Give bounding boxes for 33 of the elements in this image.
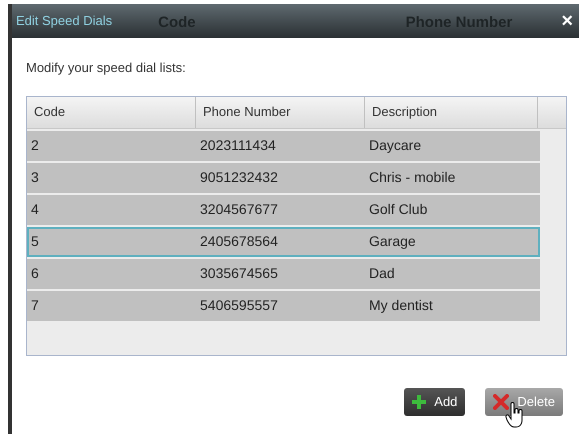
table-cell-text: My dentist xyxy=(368,296,434,315)
table-cell-text: Dad xyxy=(368,264,396,283)
column-header[interactable]: Description xyxy=(365,96,538,128)
table-row[interactable]: 6 3035674565 Dad xyxy=(27,258,540,288)
table-row[interactable]: 2 2023111434 Daycare xyxy=(27,130,540,160)
column-header[interactable]: Code xyxy=(27,96,196,128)
instruction-text: Modify your speed dial lists: xyxy=(26,59,187,77)
table-cell-text: Garage xyxy=(368,232,417,251)
table-cell-text: 9051232432 xyxy=(199,168,279,187)
table-cell-text: 7 xyxy=(30,296,40,315)
table-cell-text: Daycare xyxy=(368,136,422,155)
column-header[interactable]: Phone Number xyxy=(196,96,365,128)
window-title: Edit Speed Dials xyxy=(16,12,112,30)
table-row[interactable]: 3 9051232432 Chris - mobile xyxy=(27,162,540,192)
table-cell-text: 3035674565 xyxy=(199,264,279,283)
table-cell-text: 2405678564 xyxy=(199,232,279,251)
table-cell-text: 3204567677 xyxy=(199,200,279,219)
table-cell-text: 3 xyxy=(30,168,40,187)
close-button[interactable]: × xyxy=(561,11,573,31)
add-button[interactable]: Add xyxy=(404,388,466,416)
table-cell-text: Golf Club xyxy=(368,200,428,219)
table-cell-text: 2023111434 xyxy=(199,136,277,155)
table-cell-text: 4 xyxy=(30,200,40,219)
plus-icon xyxy=(412,394,426,408)
table-cell-text: Chris - mobile xyxy=(368,168,456,187)
table-cell-text: 6 xyxy=(30,264,40,283)
table-row[interactable]: 7 5406595557 My dentist xyxy=(27,290,540,320)
table-row[interactable]: 5 2405678564 Garage xyxy=(27,226,540,256)
table-cell-text: 2 xyxy=(30,136,40,155)
table-cell-text: 5 xyxy=(30,232,40,251)
table-row[interactable]: 4 3204567677 Golf Club xyxy=(27,194,540,224)
table-cell-text: 5406595557 xyxy=(199,296,279,315)
x-icon xyxy=(493,394,510,410)
